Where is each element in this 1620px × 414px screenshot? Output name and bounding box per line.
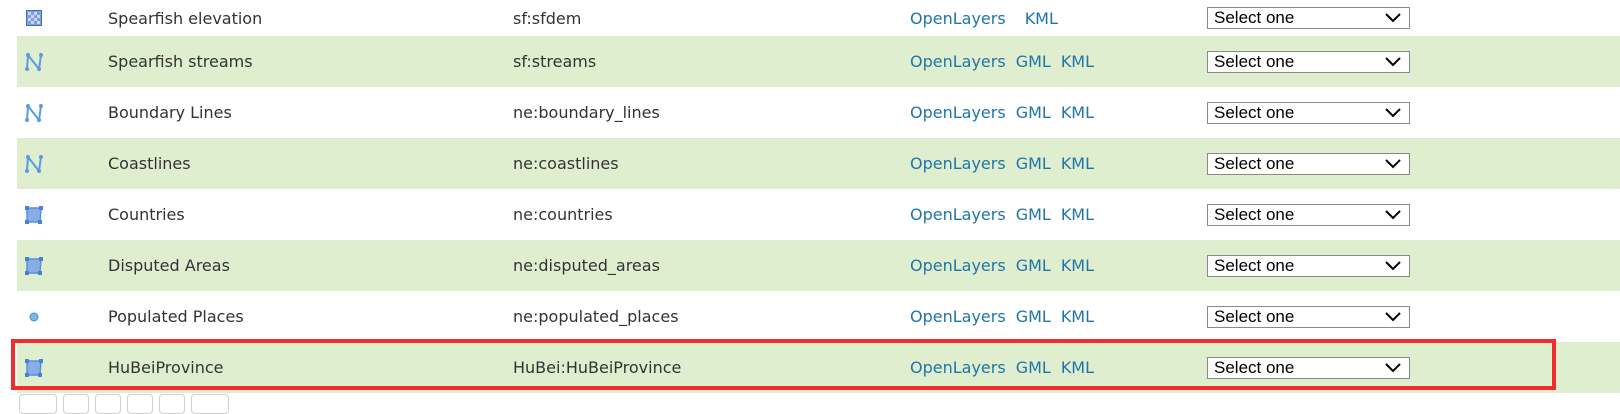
table-row: Disputed Areas ne:disputed_areas OpenLay… [17, 240, 1620, 291]
page-button[interactable] [191, 394, 229, 414]
chevron-down-icon [1385, 209, 1401, 219]
format-select-value: Select one [1214, 51, 1295, 71]
preview-links: OpenLayers GML KML [910, 189, 1104, 240]
layer-name: ne:populated_places [513, 307, 679, 326]
page-button[interactable] [159, 394, 185, 414]
openlayers-link[interactable]: OpenLayers [910, 205, 1006, 224]
format-select[interactable]: Select one [1207, 0, 1410, 36]
openlayers-link[interactable]: OpenLayers [910, 358, 1006, 377]
format-select[interactable]: Select one [1207, 189, 1410, 240]
layer-title: HuBeiProvince [108, 358, 224, 377]
page-button[interactable] [19, 394, 57, 414]
chevron-down-icon [1385, 158, 1401, 168]
chevron-down-icon [1385, 311, 1401, 321]
preview-links: OpenLayers GML KML [910, 87, 1104, 138]
format-select-value: Select one [1214, 153, 1295, 173]
layer-name: ne:boundary_lines [513, 103, 660, 122]
table-row: HuBeiProvince HuBei:HuBeiProvince OpenLa… [17, 342, 1620, 393]
preview-links: OpenLayers KML [910, 0, 1068, 36]
format-select[interactable]: Select one [1207, 291, 1410, 342]
layer-title: Disputed Areas [108, 256, 230, 275]
kml-link[interactable]: KML [1061, 205, 1094, 224]
layer-title: Countries [108, 205, 185, 224]
format-select-value: Select one [1214, 204, 1295, 224]
layer-name: ne:disputed_areas [513, 256, 660, 275]
chevron-down-icon [1385, 260, 1401, 270]
table-row: Coastlines ne:coastlines OpenLayers GML … [17, 138, 1620, 189]
kml-link[interactable]: KML [1061, 358, 1094, 377]
line-icon [23, 87, 45, 138]
table-row: Spearfish streams sf:streams OpenLayers … [17, 36, 1620, 87]
chevron-down-icon [1385, 362, 1401, 372]
format-select-value: Select one [1214, 8, 1295, 27]
preview-links: OpenLayers GML KML [910, 342, 1104, 393]
chevron-down-icon [1385, 13, 1401, 23]
chevron-down-icon [1385, 107, 1401, 117]
table-row: Countries ne:countries OpenLayers GML KM… [17, 189, 1620, 240]
preview-links: OpenLayers GML KML [910, 291, 1104, 342]
kml-link[interactable]: KML [1061, 154, 1094, 173]
format-select[interactable]: Select one [1207, 240, 1410, 291]
openlayers-link[interactable]: OpenLayers [910, 103, 1006, 122]
line-icon [23, 138, 45, 189]
gml-link[interactable]: GML [1016, 205, 1051, 224]
kml-link[interactable]: KML [1061, 103, 1094, 122]
table-row: Populated Places ne:populated_places Ope… [17, 291, 1620, 342]
openlayers-link[interactable]: OpenLayers [910, 52, 1006, 71]
preview-links: OpenLayers GML KML [910, 36, 1104, 87]
gml-link[interactable]: GML [1016, 307, 1051, 326]
preview-links: OpenLayers GML KML [910, 138, 1104, 189]
kml-link[interactable]: KML [1061, 52, 1094, 71]
page-button[interactable] [127, 394, 153, 414]
kml-link[interactable]: KML [1061, 307, 1094, 326]
gml-link[interactable]: GML [1016, 154, 1051, 173]
table-row: Spearfish elevation sf:sfdem OpenLayers … [17, 0, 1620, 36]
polygon-icon [23, 189, 45, 240]
layer-title: Coastlines [108, 154, 191, 173]
layer-title: Boundary Lines [108, 103, 232, 122]
layer-name: ne:coastlines [513, 154, 619, 173]
format-select-value: Select one [1214, 306, 1295, 326]
point-icon [23, 291, 45, 342]
format-select-value: Select one [1214, 255, 1295, 275]
gml-link[interactable]: GML [1016, 256, 1051, 275]
polygon-icon [23, 342, 45, 393]
openlayers-link[interactable]: OpenLayers [910, 9, 1006, 28]
gml-link[interactable]: GML [1016, 358, 1051, 377]
layer-title: Spearfish streams [108, 52, 253, 71]
format-select[interactable]: Select one [1207, 87, 1410, 138]
layer-name: sf:streams [513, 52, 597, 71]
layer-preview-table: Spearfish elevation sf:sfdem OpenLayers … [17, 0, 1620, 393]
openlayers-link[interactable]: OpenLayers [910, 256, 1006, 275]
kml-link[interactable]: KML [1025, 9, 1058, 28]
layer-name: sf:sfdem [513, 8, 582, 28]
format-select-value: Select one [1214, 357, 1295, 377]
page-button[interactable] [63, 394, 89, 414]
layer-title: Spearfish elevation [108, 8, 263, 28]
openlayers-link[interactable]: OpenLayers [910, 154, 1006, 173]
preview-links: OpenLayers GML KML [910, 240, 1104, 291]
layer-name: ne:countries [513, 205, 613, 224]
kml-link[interactable]: KML [1061, 256, 1094, 275]
layer-name: HuBei:HuBeiProvince [513, 358, 682, 377]
page-button[interactable] [95, 394, 121, 414]
raster-icon [23, 0, 45, 36]
line-icon [23, 36, 45, 87]
format-select[interactable]: Select one [1207, 138, 1410, 189]
polygon-icon [23, 240, 45, 291]
format-select[interactable]: Select one [1207, 36, 1410, 87]
gml-link[interactable]: GML [1016, 52, 1051, 71]
openlayers-link[interactable]: OpenLayers [910, 307, 1006, 326]
format-select-value: Select one [1214, 102, 1295, 122]
chevron-down-icon [1385, 56, 1401, 66]
layer-title: Populated Places [108, 307, 244, 326]
gml-link[interactable]: GML [1016, 103, 1051, 122]
format-select[interactable]: Select one [1207, 342, 1410, 393]
table-row: Boundary Lines ne:boundary_lines OpenLay… [17, 87, 1620, 138]
